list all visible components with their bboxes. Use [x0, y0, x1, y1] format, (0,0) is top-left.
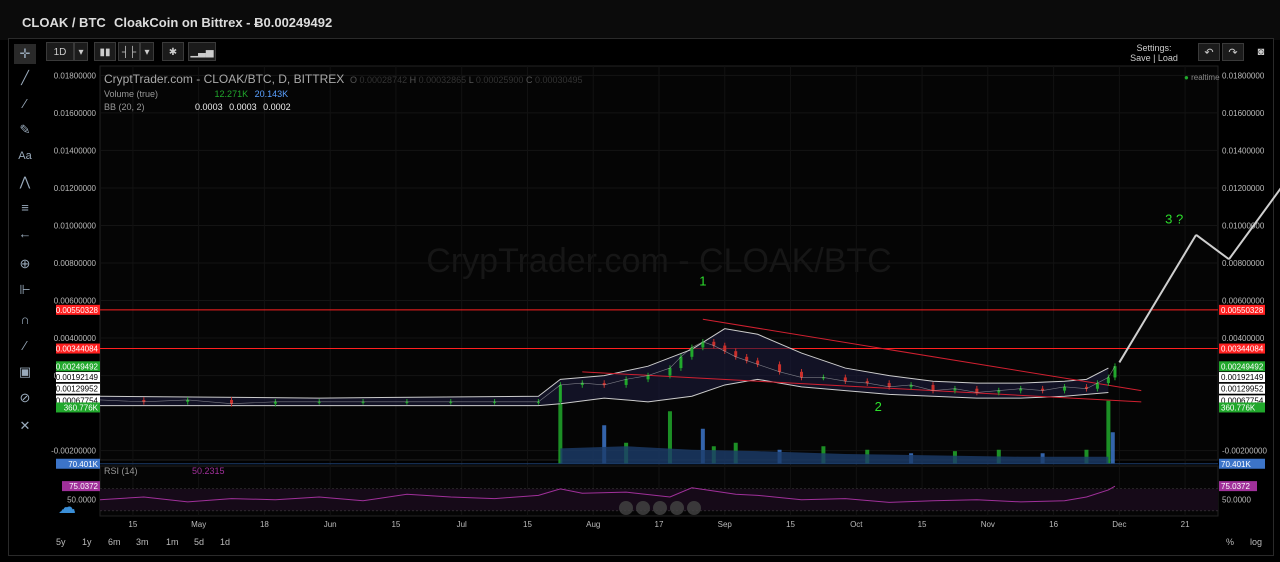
y-tick-label-right: 0.01000000: [1222, 221, 1265, 230]
range-5d[interactable]: 5d: [194, 537, 204, 547]
range-3m[interactable]: 3m: [136, 537, 149, 547]
y-tick-label-left: 0.01200000: [54, 184, 97, 193]
price-badge-left-text: 0.00192149: [56, 373, 99, 382]
x-tick-label: 15: [391, 520, 400, 529]
range-1d[interactable]: 1d: [220, 537, 230, 547]
scale-percent[interactable]: %: [1226, 537, 1234, 547]
candle-body: [887, 383, 891, 387]
y-tick-label-left: 0.01000000: [54, 221, 97, 230]
price-badge-left-text: 360.776K: [64, 403, 99, 412]
zoom-control-button[interactable]: [636, 501, 650, 515]
cloud-icon[interactable]: ☁: [58, 497, 76, 518]
candle-body: [230, 399, 234, 404]
rsi-badge-left-text: 75.0372: [69, 482, 98, 491]
x-tick-label: 15: [786, 520, 795, 529]
x-tick-label: Oct: [850, 520, 863, 529]
candle-body: [624, 379, 628, 385]
rsi-badge-right-text: 75.0372: [1221, 482, 1250, 491]
candle-body: [679, 356, 683, 369]
price-badge-left-text: 0.00129952: [56, 385, 99, 394]
y-tick-label-left: 0.00400000: [54, 334, 97, 343]
candle-body: [690, 347, 694, 357]
y-tick-label-left: 0.00600000: [54, 297, 97, 306]
y-tick-label-right: 0.01400000: [1222, 146, 1265, 155]
price-badge-right-text: 0.00344084: [1221, 345, 1264, 354]
x-tick-label: May: [191, 520, 206, 529]
candle-body: [778, 364, 782, 372]
price-badge-left-text: 0.00550328: [56, 306, 99, 315]
x-tick-label: Nov: [981, 520, 995, 529]
y-tick-label-right: -0.00200000: [1222, 447, 1267, 456]
y-tick-label-left: -0.00200000: [51, 447, 96, 456]
candle-body: [558, 384, 562, 402]
candle-body: [843, 377, 847, 382]
wave-label: 2: [875, 399, 882, 414]
x-tick-label: 16: [1049, 520, 1058, 529]
price-badge-right-text: 0.00129952: [1221, 385, 1264, 394]
x-tick-label: Dec: [1112, 520, 1126, 529]
x-tick-label: 17: [655, 520, 664, 529]
scale-log[interactable]: log: [1250, 537, 1262, 547]
zoom-control-button[interactable]: [670, 501, 684, 515]
candle-body: [975, 388, 979, 393]
y-tick-label-left: 0.01800000: [54, 71, 97, 80]
legend-bb: BB (20, 2) 0.0003 0.0003 0.0002: [104, 102, 291, 112]
zoom-control-button[interactable]: [687, 501, 701, 515]
candle-body: [1063, 386, 1067, 391]
x-tick-label: 15: [128, 520, 137, 529]
wave-label: 3 ?: [1165, 212, 1183, 227]
y-tick-label-left: 0.01600000: [54, 109, 97, 118]
legend-volume: Volume (true) 12.271K 20.143K: [104, 89, 289, 99]
volume-bar: [1106, 400, 1111, 464]
rsi-tick-right: 50.0000: [1222, 496, 1251, 505]
range-1y[interactable]: 1y: [82, 537, 92, 547]
projection-segment: [1228, 187, 1280, 260]
y-tick-label-right: 0.01200000: [1222, 184, 1265, 193]
x-tick-label: 21: [1181, 520, 1190, 529]
y-tick-label-left: 0.00800000: [54, 259, 97, 268]
x-tick-label: 18: [260, 520, 269, 529]
y-tick-label-right: 0.00600000: [1222, 297, 1265, 306]
price-badge-right-text: 70.401K: [1221, 460, 1251, 469]
x-tick-label: Aug: [586, 520, 600, 529]
legend-rsi: RSI (14) 50.2315: [104, 466, 225, 476]
y-tick-label-left: 0.01400000: [54, 146, 97, 155]
price-badge-left-text: 70.401K: [68, 460, 98, 469]
y-tick-label-right: 0.01600000: [1222, 109, 1265, 118]
candle-body: [931, 384, 935, 391]
candle-body: [646, 375, 650, 380]
price-badge-right-text: 0.00550328: [1221, 306, 1264, 315]
price-badge-right-text: 360.776K: [1221, 403, 1256, 412]
legend-main: CryptTrader.com - CLOAK/BTC, D, BITTREX: [104, 72, 345, 86]
volume-bar: [1110, 432, 1115, 464]
wave-label: 1: [699, 274, 706, 289]
y-tick-label-right: 0.00800000: [1222, 259, 1265, 268]
x-tick-label: 15: [523, 520, 532, 529]
x-tick-label: Jul: [457, 520, 467, 529]
price-badge-right-text: 0.00249492: [1221, 362, 1264, 371]
price-badge-left-text: 0.00344084: [56, 345, 99, 354]
range-6m[interactable]: 6m: [108, 537, 121, 547]
zoom-control-button[interactable]: [653, 501, 667, 515]
x-tick-label: Sep: [718, 520, 733, 529]
x-tick-label: Jun: [324, 520, 337, 529]
range-1m[interactable]: 1m: [166, 537, 179, 547]
y-tick-label-right: 0.01800000: [1222, 71, 1265, 80]
candle-body: [668, 368, 672, 376]
x-tick-label: 15: [918, 520, 927, 529]
zoom-control-button[interactable]: [619, 501, 633, 515]
realtime-indicator: ● realtime: [1184, 73, 1220, 82]
price-badge-left-text: 0.00249492: [56, 362, 99, 371]
legend-ohlc: O 0.00028742 H 0.00032865 L 0.00025900 C…: [350, 75, 583, 85]
price-badge-right-text: 0.00192149: [1221, 373, 1264, 382]
range-5y[interactable]: 5y: [56, 537, 66, 547]
y-tick-label-right: 0.00400000: [1222, 334, 1265, 343]
candle-body: [799, 371, 803, 378]
